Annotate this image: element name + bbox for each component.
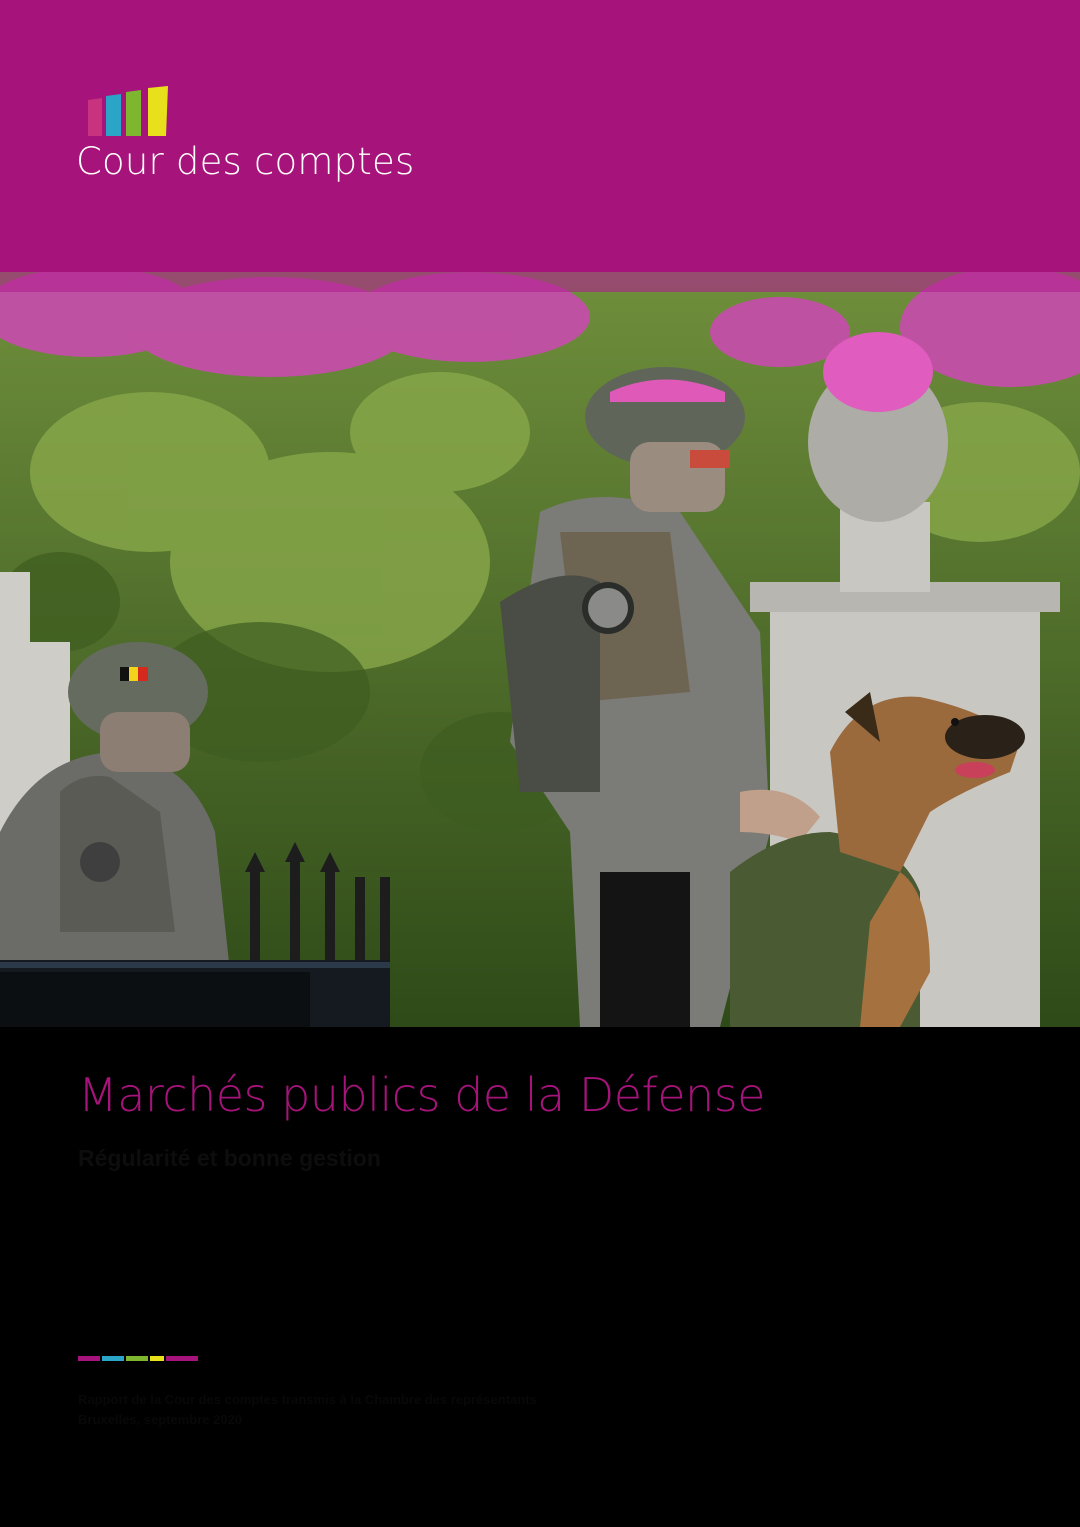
cover-photo	[0, 272, 1080, 1027]
header-band: Cour des comptes	[0, 0, 1080, 272]
strip-segment-1	[78, 1356, 100, 1361]
vehicle	[0, 960, 390, 1027]
strip-segment-5	[166, 1356, 198, 1361]
strip-segment-3	[126, 1356, 148, 1361]
title-block: Marchés publics de la Défense Régularité…	[78, 1068, 1018, 1172]
footer: Rapport de la Cour des comptes transmis …	[78, 1390, 537, 1430]
logo-bar-green	[126, 90, 141, 136]
logo-bar-yellow	[148, 86, 168, 136]
logo-bar-magenta	[88, 98, 102, 136]
logo-icon	[88, 86, 168, 136]
footer-line-1: Rapport de la Cour des comptes transmis …	[78, 1392, 537, 1407]
brand-name: Cour des comptes	[76, 140, 415, 183]
strip-segment-4	[150, 1356, 164, 1361]
strip-segment-2	[102, 1356, 124, 1361]
color-strip	[78, 1356, 198, 1364]
cover-photo-illustration	[0, 272, 1080, 1027]
document-title: Marchés publics de la Défense	[78, 1068, 765, 1122]
logo-bar-blue	[106, 94, 121, 136]
document-subtitle: Régularité et bonne gestion	[78, 1145, 381, 1172]
footer-line-2: Bruxelles, septembre 2020	[78, 1412, 243, 1427]
